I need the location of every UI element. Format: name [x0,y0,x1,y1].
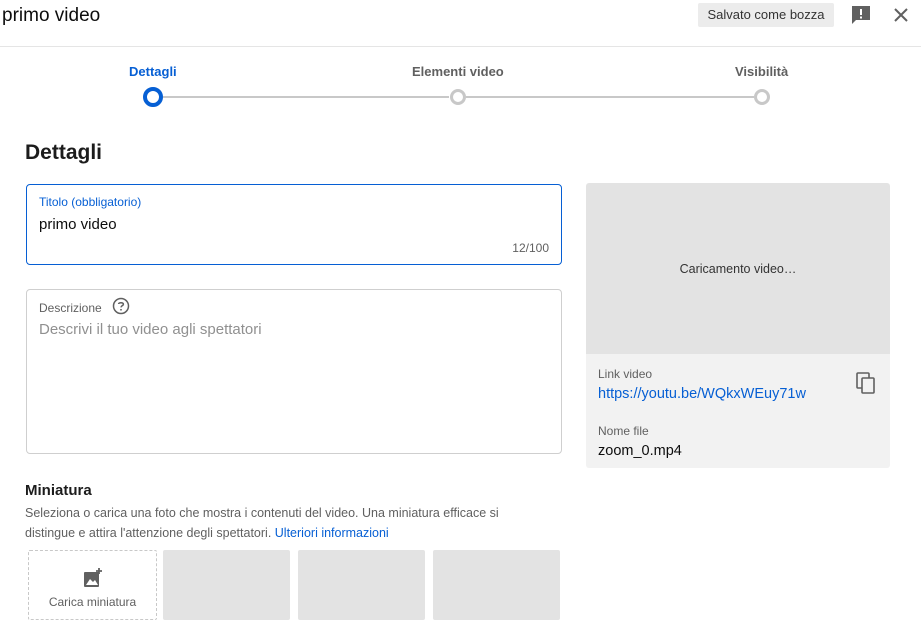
step-dettagli-label[interactable]: Dettagli [129,64,177,79]
video-link-label: Link video [598,367,653,381]
step-dettagli-dot[interactable] [143,87,163,107]
close-icon[interactable] [891,5,911,25]
upload-thumbnail-label: Carica miniatura [48,595,137,609]
description-input[interactable]: Descrivi il tuo video agli spettatori [39,321,262,338]
header: primo video Salvato come bozza [0,0,921,47]
step-elementi-video-dot[interactable] [450,89,466,105]
thumbnail-title: Miniatura [25,482,92,499]
learn-more-link[interactable]: Ulteriori informazioni [275,526,389,540]
thumbnail-option[interactable] [433,550,560,620]
stepper-line [466,96,754,98]
title-input[interactable]: primo video [39,216,117,233]
description-field-label: Descrizione [39,301,102,315]
thumbnail-option[interactable] [163,550,290,620]
description-field[interactable]: Descrizione Descrivi il tuo video agli s… [26,289,562,454]
draft-status-badge: Salvato come bozza [698,3,834,27]
feedback-icon[interactable] [850,4,872,26]
title-char-counter: 12/100 [512,241,549,255]
step-visibilita-label[interactable]: Visibilità [735,64,788,79]
section-title: Dettagli [25,141,103,164]
stepper-line [163,96,449,98]
thumbnail-option[interactable] [298,550,425,620]
step-visibilita-dot[interactable] [754,89,770,105]
upload-status: Caricamento video… [679,262,797,276]
file-name-label: Nome file [598,424,649,438]
file-name: zoom_0.mp4 [598,443,682,459]
help-icon[interactable] [112,297,130,315]
title-field[interactable]: Titolo (obbligatorio) primo video 12/100 [26,184,562,265]
copy-icon[interactable] [854,371,878,395]
video-info-panel: Link video https://youtu.be/WQkxWEuy71w … [586,354,890,468]
thumbnail-description-text: Seleziona o carica una foto che mostra i… [25,506,499,540]
add-photo-icon [82,567,104,589]
video-title-header: primo video [2,5,101,26]
upload-thumbnail-button[interactable]: Carica miniatura [28,550,157,620]
title-field-label: Titolo (obbligatorio) [39,195,142,209]
video-link[interactable]: https://youtu.be/WQkxWEuy71w [598,386,806,402]
video-preview: Caricamento video… [586,183,890,354]
step-elementi-video-label[interactable]: Elementi video [412,64,504,79]
thumbnail-description: Seleziona o carica una foto che mostra i… [25,503,545,543]
